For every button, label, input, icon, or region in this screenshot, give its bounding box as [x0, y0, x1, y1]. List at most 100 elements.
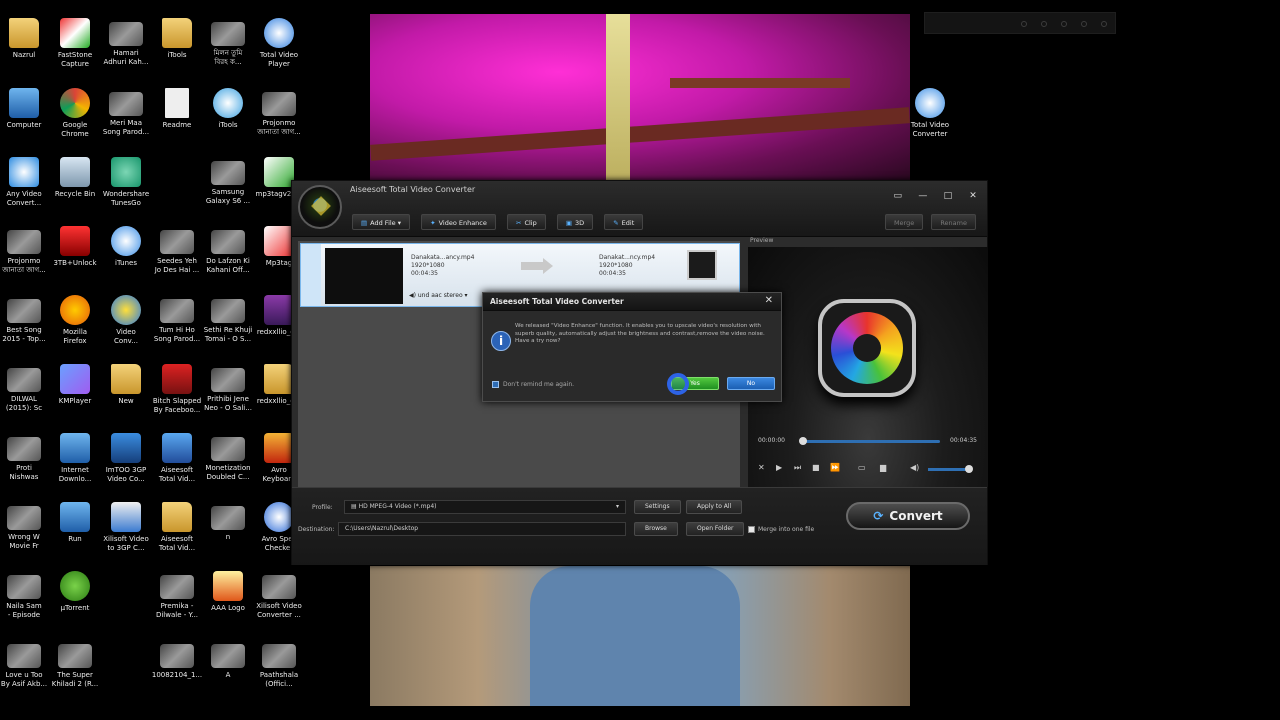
imtoo-icon [111, 433, 141, 463]
xilisoft-icon [111, 502, 141, 532]
source-duration: 00:04:35 [411, 270, 438, 277]
merge-checkbox[interactable] [748, 526, 755, 533]
convert-arrow-icon [507, 258, 567, 274]
close-button[interactable]: ✕ [965, 191, 981, 205]
apply-to-all-button[interactable]: Apply to All [686, 500, 743, 514]
aiseesoft-logo-icon [818, 299, 916, 397]
edit-icon: ✎ [613, 219, 619, 227]
video-thumb-icon [7, 437, 41, 461]
merge-button[interactable]: Merge [884, 214, 924, 230]
desktop-icon-label: µTorrent [60, 604, 90, 612]
folder-icon [9, 18, 39, 48]
aaa-logo-icon [213, 571, 243, 601]
3d-icon: ▣ [565, 219, 572, 227]
3d-button[interactable]: ▣ 3D [556, 214, 594, 230]
browse-button[interactable]: Browse [634, 522, 678, 536]
folder-icon[interactable]: ▆ [880, 463, 886, 472]
firefox-icon [60, 295, 90, 325]
desktop-gadget-bar[interactable] [924, 12, 1116, 34]
convert-icon: ⟳ [873, 509, 884, 523]
player-controls: ✕ ▶ ⏭ ■ ⏩ ▭ ▆ ◀) [748, 461, 988, 475]
volume-icon[interactable]: ◀) [910, 463, 919, 472]
utorrent-icon [60, 571, 90, 601]
main-toolbar: ▤ Add File ▾ ✦ Video Enhance ✂ Clip ▣ 3D ✎ Ed… [352, 210, 649, 230]
desktop-icon-label: Xilisoft Video Converter ... [256, 602, 302, 619]
minimize-button[interactable]: — [915, 191, 931, 205]
video-thumb-icon [211, 22, 245, 46]
volume-knob[interactable] [965, 465, 974, 473]
next-icon[interactable]: ⏭ [794, 463, 801, 473]
dialog-message: We released "Video Enhance" function. It… [515, 323, 765, 344]
rar-icon [264, 295, 294, 325]
wave-icon [162, 364, 192, 394]
desktop-icon[interactable]: µTorrent [44, 571, 106, 613]
progress-bar[interactable] [800, 440, 940, 443]
player-icon [264, 18, 294, 48]
video-enhance-button[interactable]: ✦ Video Enhance [421, 214, 496, 230]
document-icon [165, 88, 189, 118]
add-file-icon: ▤ [361, 219, 368, 227]
output-format-icon[interactable] [687, 250, 717, 280]
computer-icon [9, 88, 39, 118]
output-duration: 00:04:35 [599, 270, 626, 277]
desktop-icon[interactable]: Total Video Converter [899, 88, 961, 139]
video-thumb-icon [109, 22, 143, 46]
maximize-button[interactable]: □ [940, 191, 956, 205]
video-converter-icon [111, 295, 141, 325]
kmplayer-icon [60, 364, 90, 394]
faststone-icon [60, 18, 90, 48]
video-thumb-icon [58, 644, 92, 668]
desktop-icon-label: Total Video Converter [910, 121, 950, 138]
no-button[interactable]: No [727, 377, 775, 390]
destination-field[interactable]: C:\Users\Nazrul\Desktop [338, 522, 626, 536]
run-icon [60, 502, 90, 532]
add-file-button[interactable]: ▤ Add File ▾ [352, 214, 411, 230]
clip-button[interactable]: ✂ Clip [506, 214, 546, 230]
desktop-icon-label: Wondershare TunesGo [102, 190, 150, 207]
video-thumb-icon [7, 575, 41, 599]
folder-icon [264, 364, 294, 394]
itools-icon [213, 88, 243, 118]
3tb-icon [60, 226, 90, 256]
desktop-icon[interactable]: Xilisoft Video Converter ... [248, 571, 310, 620]
video-thumbnail [325, 248, 403, 304]
clip-icon: ✂ [515, 219, 522, 227]
edit-button[interactable]: ✎ Edit [604, 214, 644, 230]
settings-button[interactable]: Settings [634, 500, 681, 514]
itunes-icon [111, 226, 141, 256]
convert-button[interactable]: ⟳ Convert [846, 502, 970, 530]
desktop-icon[interactable]: Wondershare TunesGo [95, 157, 157, 208]
pause-icon[interactable]: ■ [812, 463, 820, 472]
video-thumb-icon [109, 92, 143, 116]
video-thumb-icon [262, 644, 296, 668]
recycle-bin-icon [60, 157, 90, 187]
dialog-close-icon[interactable]: ✕ [765, 295, 773, 306]
progress-knob[interactable] [798, 437, 807, 445]
video-thumb-icon [211, 437, 245, 461]
dont-remind-label: Don't remind me again. [503, 381, 575, 388]
desktop-icon[interactable]: Paathshala (Offici... [248, 640, 310, 689]
desktop-icon[interactable]: Projonmo জানাতা জাগ... [248, 88, 310, 137]
video-enhance-dialog: Aiseesoft Total Video Converter ✕ i We r… [482, 292, 782, 402]
video-thumb-icon [211, 161, 245, 185]
stop-icon[interactable]: ✕ [758, 463, 765, 472]
snapshot-icon[interactable]: ▭ [858, 463, 866, 472]
destination-label: Destination: [298, 526, 335, 533]
open-folder-button[interactable]: Open Folder [686, 522, 745, 536]
dialog-title: Aiseesoft Total Video Converter [490, 297, 624, 306]
avro-icon [264, 433, 294, 463]
dont-remind-checkbox[interactable] [492, 381, 499, 388]
rename-button[interactable]: Rename [931, 214, 976, 230]
aiseesoft-icon [162, 433, 192, 463]
desktop-icon[interactable]: The Super Khiladi 2 (R... [44, 640, 106, 689]
desktop-icon[interactable]: Total Video Player [248, 18, 310, 69]
profile-select[interactable]: ▤ HD MPEG-4 Video (*.mp4) ▾ [344, 500, 626, 514]
source-resolution: 1920*1080 [411, 262, 445, 269]
forward-icon[interactable]: ⏩ [830, 463, 840, 472]
feedback-button[interactable]: ▭ [890, 191, 906, 205]
play-icon[interactable]: ▶ [776, 463, 782, 472]
video-thumb-icon [262, 575, 296, 599]
audio-track-select[interactable]: ◀) und aac stereo ▾ [409, 292, 468, 299]
folder-icon [162, 502, 192, 532]
title-bar: Aiseesoft Total Video Converter ▭ — □ ✕ … [292, 181, 987, 237]
